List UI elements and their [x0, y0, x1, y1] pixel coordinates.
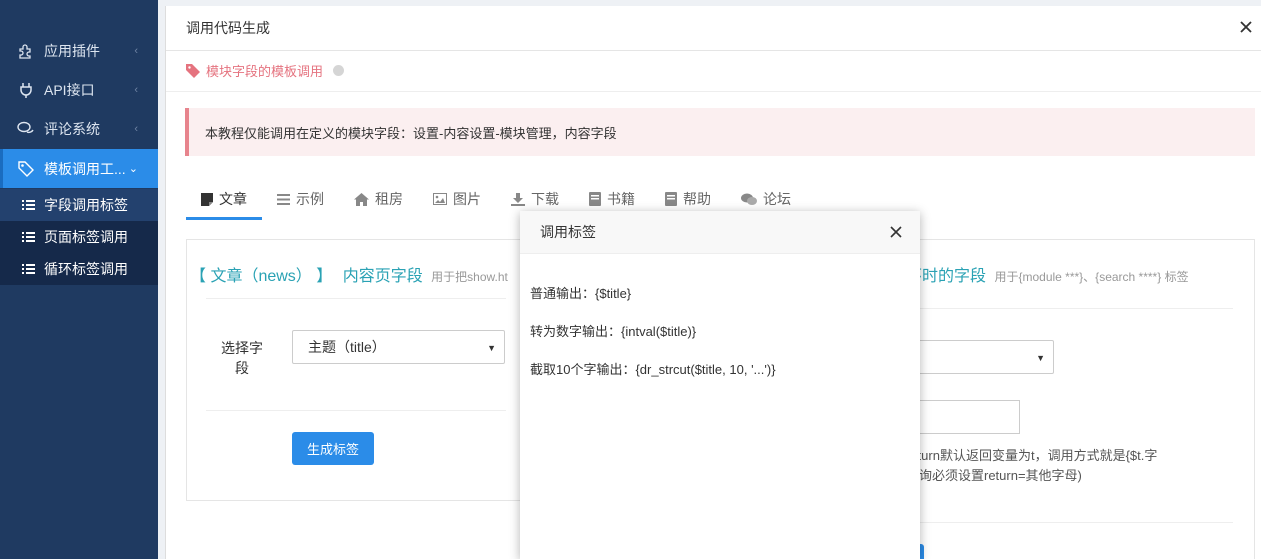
field-select-label: 选择字段	[210, 338, 266, 378]
inner-modal-header: 调用标签	[520, 211, 920, 254]
right-help-text: return默认返回变量为t，调用方式就是{$t.字 查询必须设置return=…	[906, 446, 1206, 486]
tag-output-line[interactable]: 转为数字输出：{intval($title)}	[530, 321, 696, 340]
right-panel-hint: 用于{module ***}、{search ****} 标签	[994, 270, 1189, 284]
return-variable-input[interactable]	[906, 400, 1020, 434]
divider	[206, 410, 506, 411]
module-name: 【 文章（news） 】	[190, 268, 333, 285]
chevron-down-icon: ⌄	[128, 163, 138, 175]
generate-tag-button[interactable]: 生成标签	[292, 432, 374, 465]
book-icon	[589, 192, 601, 206]
plug-icon	[16, 82, 36, 98]
caret-down-icon: ▼	[487, 343, 496, 353]
tag-output-modal: 调用标签 普通输出：{$title} 转为数字输出：{intval($title…	[520, 211, 920, 559]
sidebar-item-plugins[interactable]: 应用插件 ‹	[0, 31, 158, 70]
puzzle-icon	[16, 43, 36, 59]
tab-label: 文章	[219, 191, 247, 207]
status-dot	[333, 65, 345, 76]
close-icon[interactable]	[1237, 18, 1255, 36]
comments-icon	[16, 121, 36, 137]
tab-label: 帮助	[683, 191, 711, 207]
caret-down-icon: ▼	[1036, 353, 1045, 363]
label-text: 选择字段	[221, 340, 263, 376]
sidebar-item-label: API接口	[44, 81, 95, 98]
sidebar-item-label: 应用插件	[44, 42, 100, 59]
panel-hint: 用于把show.ht	[431, 270, 508, 284]
divider	[206, 298, 506, 299]
home-icon	[354, 192, 369, 206]
right-panel-title: 环时的字段 用于{module ***}、{search ****} 标签	[906, 262, 1189, 286]
chevron-left-icon: ‹	[134, 83, 138, 96]
sidebar-subitem-label: 字段调用标签	[44, 197, 128, 213]
field-select-value: 主题（title）	[308, 339, 386, 355]
divider	[906, 308, 1233, 309]
tab-rental[interactable]: 租房	[339, 178, 418, 220]
sidebar-subitem-loop-tags[interactable]: 循环标签调用	[0, 253, 158, 285]
tab-article[interactable]: 文章	[186, 178, 262, 220]
sidebar-item-label: 模板调用工...	[44, 160, 126, 177]
modal-title: 调用代码生成	[186, 20, 270, 36]
help-line: return默认返回变量为t，调用方式就是{$t.字	[906, 448, 1158, 463]
alert-text: 本教程仅能调用在定义的模块字段：设置-内容设置-模块管理，内容字段	[205, 125, 617, 141]
modal-header: 调用代码生成	[166, 6, 1261, 51]
sidebar-item-template-tools[interactable]: 模板调用工... ⌄	[0, 149, 158, 188]
tab-example[interactable]: 示例	[262, 178, 339, 220]
comments-icon	[741, 193, 757, 206]
breadcrumb-label[interactable]: 模块字段的模板调用	[206, 61, 323, 80]
list-icon	[22, 263, 36, 275]
list-icon	[22, 199, 36, 211]
field-panel-right	[906, 239, 1255, 559]
divider	[166, 91, 1261, 92]
field-type: 内容页字段	[342, 268, 423, 285]
info-alert: 本教程仅能调用在定义的模块字段：设置-内容设置-模块管理，内容字段	[185, 108, 1255, 156]
list-icon	[22, 231, 36, 243]
sidebar: 应用插件 ‹ API接口 ‹ 评论系统 ‹ 模板调用工... ⌄ 字段调用标签 …	[0, 0, 158, 559]
book-icon	[665, 192, 677, 206]
sidebar-subitem-page-tags[interactable]: 页面标签调用	[0, 221, 158, 253]
close-icon[interactable]	[889, 225, 903, 239]
tag-output-line[interactable]: 截取10个字输出：{dr_strcut($title, 10, '...')}	[530, 359, 776, 378]
field-select[interactable]: 主题（title） ▼	[292, 330, 505, 364]
sidebar-subitem-field-tags[interactable]: 字段调用标签	[0, 189, 158, 221]
tab-label: 图片	[453, 191, 481, 207]
tag-icon	[186, 63, 200, 78]
sidebar-item-comments[interactable]: 评论系统 ‹	[0, 109, 158, 148]
divider	[906, 522, 1233, 523]
image-icon	[433, 193, 447, 205]
sidebar-subitem-label: 页面标签调用	[44, 229, 128, 245]
tab-label: 示例	[296, 191, 324, 207]
tag-icon	[16, 160, 36, 177]
tab-label: 租房	[375, 191, 403, 207]
list-icon	[277, 193, 290, 205]
tab-image[interactable]: 图片	[418, 178, 496, 220]
panel-title: 【 文章（news） 】 内容页字段 用于把show.ht	[190, 262, 508, 286]
help-line: 查询必须设置return=其他字母)	[906, 468, 1082, 483]
sidebar-item-label: 评论系统	[44, 120, 100, 137]
tab-label: 书籍	[607, 191, 635, 207]
breadcrumb: 模块字段的模板调用	[186, 61, 345, 80]
chevron-left-icon: ‹	[134, 122, 138, 135]
file-icon	[201, 192, 213, 206]
sidebar-subitem-label: 循环标签调用	[44, 261, 128, 277]
chevron-left-icon: ‹	[134, 44, 138, 57]
tab-label: 论坛	[763, 191, 791, 207]
tab-label: 下载	[531, 191, 559, 207]
download-icon	[511, 192, 525, 206]
inner-modal-title: 调用标签	[540, 224, 596, 240]
sidebar-item-api[interactable]: API接口 ‹	[0, 70, 158, 109]
tag-output-line[interactable]: 普通输出：{$title}	[530, 283, 631, 302]
